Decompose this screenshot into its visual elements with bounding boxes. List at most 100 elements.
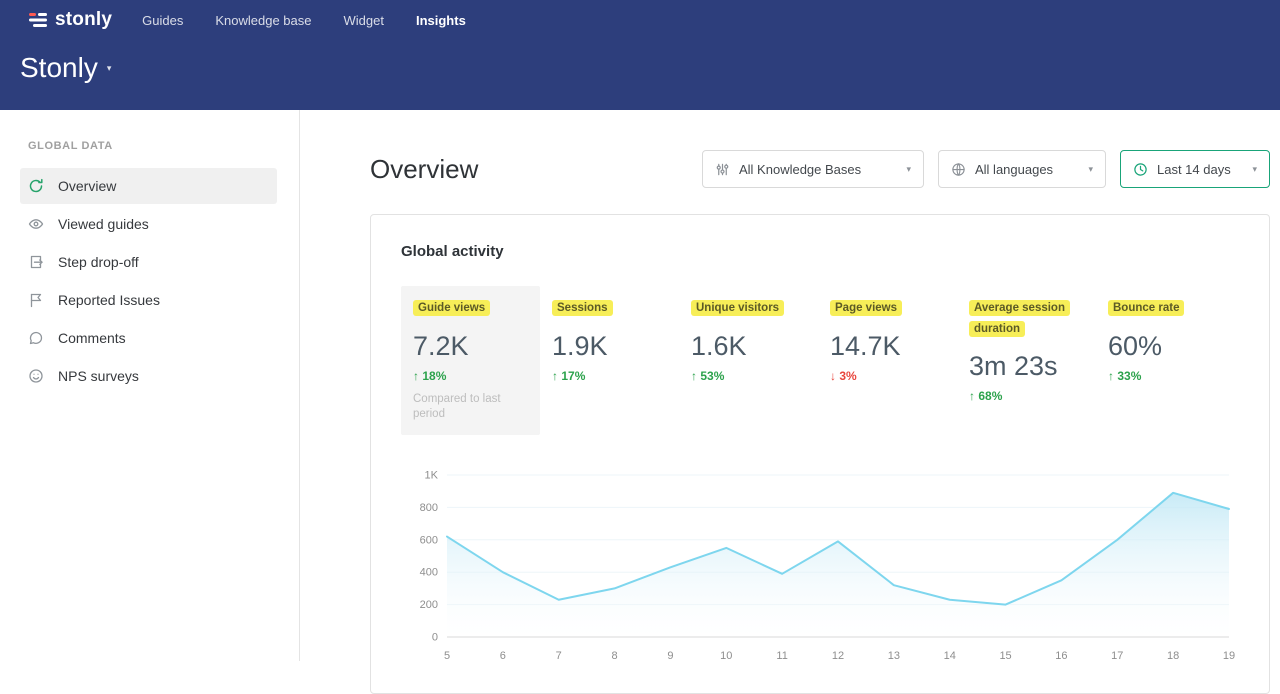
workspace-name: Stonly (20, 52, 98, 84)
delta-arrow: ↑ (691, 369, 697, 383)
svg-text:6: 6 (500, 650, 506, 662)
nav-item-knowledge-base[interactable]: Knowledge base (213, 9, 313, 32)
metric-label: Unique visitors (691, 300, 784, 316)
delta-value: 18% (422, 369, 446, 383)
nav-item-widget[interactable]: Widget (342, 9, 386, 32)
main-header: Overview All Knowledge Bases ▾ (370, 150, 1270, 188)
sidebar-item-label: NPS surveys (58, 368, 139, 384)
metric-sessions[interactable]: Sessions 1.9K ↑ 17% (540, 286, 679, 395)
compare-note: Compared to last period (413, 392, 523, 423)
svg-text:12: 12 (832, 650, 844, 662)
sidebar: GLOBAL DATA Overview Viewed guides (0, 110, 300, 661)
activity-chart-svg: 02004006008001K5678910111213141516171819 (401, 465, 1239, 665)
main-content: Overview All Knowledge Bases ▾ (300, 110, 1280, 661)
delta-arrow: ↑ (413, 369, 419, 383)
svg-text:19: 19 (1223, 650, 1235, 662)
sidebar-item-label: Step drop-off (58, 254, 139, 270)
metric-label: Page views (830, 300, 902, 316)
svg-text:7: 7 (556, 650, 562, 662)
page-title: Overview (370, 154, 478, 185)
sidebar-section-label: GLOBAL DATA (0, 140, 299, 168)
stonly-logo[interactable]: stonly (28, 9, 112, 31)
stonly-logo-text: stonly (55, 9, 112, 31)
delta-arrow: ↑ (1108, 369, 1114, 383)
svg-text:5: 5 (444, 650, 450, 662)
metric-guide-views[interactable]: Guide views 7.2K ↑ 18% Compared to last … (401, 286, 540, 435)
svg-text:13: 13 (888, 650, 900, 662)
svg-text:18: 18 (1167, 650, 1179, 662)
sidebar-item-viewed-guides[interactable]: Viewed guides (20, 206, 277, 242)
svg-text:11: 11 (776, 650, 787, 662)
metric-delta: ↑ 17% (552, 369, 667, 383)
svg-text:14: 14 (944, 650, 956, 662)
svg-text:1K: 1K (425, 469, 439, 481)
smiley-icon (28, 368, 44, 384)
chevron-down-icon: ▾ (107, 63, 112, 74)
sidebar-item-label: Overview (58, 178, 116, 194)
knowledge-base-filter[interactable]: All Knowledge Bases ▾ (702, 150, 924, 188)
svg-text:16: 16 (1055, 650, 1067, 662)
svg-text:9: 9 (667, 650, 673, 662)
eye-icon (28, 216, 44, 232)
metric-label: Sessions (552, 300, 613, 316)
svg-text:400: 400 (420, 566, 438, 578)
svg-text:800: 800 (420, 501, 438, 513)
language-filter[interactable]: All languages ▾ (938, 150, 1106, 188)
clock-icon (1133, 162, 1148, 177)
top-nav: Guides Knowledge base Widget Insights (140, 9, 468, 32)
metric-label: Bounce rate (1108, 300, 1184, 316)
metric-delta: ↓ 3% (830, 369, 945, 383)
sidebar-item-label: Viewed guides (58, 216, 149, 232)
chevron-down-icon: ▾ (1088, 164, 1093, 175)
filters: All Knowledge Bases ▾ All languages ▾ (702, 150, 1270, 188)
svg-text:600: 600 (420, 534, 438, 546)
knowledge-base-filter-label: All Knowledge Bases (739, 162, 861, 177)
svg-text:200: 200 (420, 599, 438, 611)
metric-value: 7.2K (413, 331, 528, 362)
sidebar-item-step-drop-off[interactable]: Step drop-off (20, 244, 277, 280)
nav-item-guides[interactable]: Guides (140, 9, 185, 32)
metric-page-views[interactable]: Page views 14.7K ↓ 3% (818, 286, 957, 395)
delta-arrow: ↑ (969, 389, 975, 403)
svg-text:17: 17 (1111, 650, 1123, 662)
metric-value: 3m 23s (969, 351, 1084, 382)
overview-icon (28, 178, 44, 194)
activity-chart: 02004006008001K5678910111213141516171819 (401, 465, 1239, 665)
metric-label: Guide views (413, 300, 490, 316)
stonly-logo-icon (28, 10, 48, 30)
metric-average-session-duration[interactable]: Average session duration 3m 23s ↑ 68% (957, 286, 1096, 415)
step-dropoff-icon (28, 254, 44, 270)
sidebar-item-comments[interactable]: Comments (20, 320, 277, 356)
delta-value: 33% (1117, 369, 1141, 383)
chevron-down-icon: ▾ (1252, 164, 1257, 175)
delta-arrow: ↑ (552, 369, 558, 383)
date-range-filter[interactable]: Last 14 days ▾ (1120, 150, 1270, 188)
workspace-switcher[interactable]: Stonly ▾ (0, 40, 1280, 110)
metric-unique-visitors[interactable]: Unique visitors 1.6K ↑ 53% (679, 286, 818, 395)
sidebar-item-label: Reported Issues (58, 292, 160, 308)
page-body: GLOBAL DATA Overview Viewed guides (0, 110, 1280, 661)
top-bar: stonly Guides Knowledge base Widget Insi… (0, 0, 1280, 40)
delta-arrow: ↓ (830, 369, 836, 383)
sidebar-item-nps-surveys[interactable]: NPS surveys (20, 358, 277, 394)
sidebar-item-overview[interactable]: Overview (20, 168, 277, 204)
metric-label: Average session duration (969, 300, 1070, 337)
svg-text:0: 0 (432, 631, 438, 643)
delta-value: 68% (978, 389, 1002, 403)
sidebar-item-reported-issues[interactable]: Reported Issues (20, 282, 277, 318)
metric-delta: ↑ 33% (1108, 369, 1223, 383)
app-header: stonly Guides Knowledge base Widget Insi… (0, 0, 1280, 110)
card-title: Global activity (401, 243, 1239, 260)
metric-value: 14.7K (830, 331, 945, 362)
delta-value: 53% (700, 369, 724, 383)
sidebar-item-label: Comments (58, 330, 126, 346)
metric-delta: ↑ 68% (969, 389, 1084, 403)
metric-delta: ↑ 18% (413, 369, 528, 383)
metric-value: 1.6K (691, 331, 806, 362)
nav-item-insights[interactable]: Insights (414, 9, 468, 32)
svg-text:15: 15 (999, 650, 1011, 662)
metric-bounce-rate[interactable]: Bounce rate 60% ↑ 33% (1096, 286, 1235, 395)
globe-icon (951, 162, 966, 177)
svg-text:10: 10 (720, 650, 732, 662)
global-activity-card: Global activity Guide views 7.2K ↑ 18% C… (370, 214, 1270, 694)
